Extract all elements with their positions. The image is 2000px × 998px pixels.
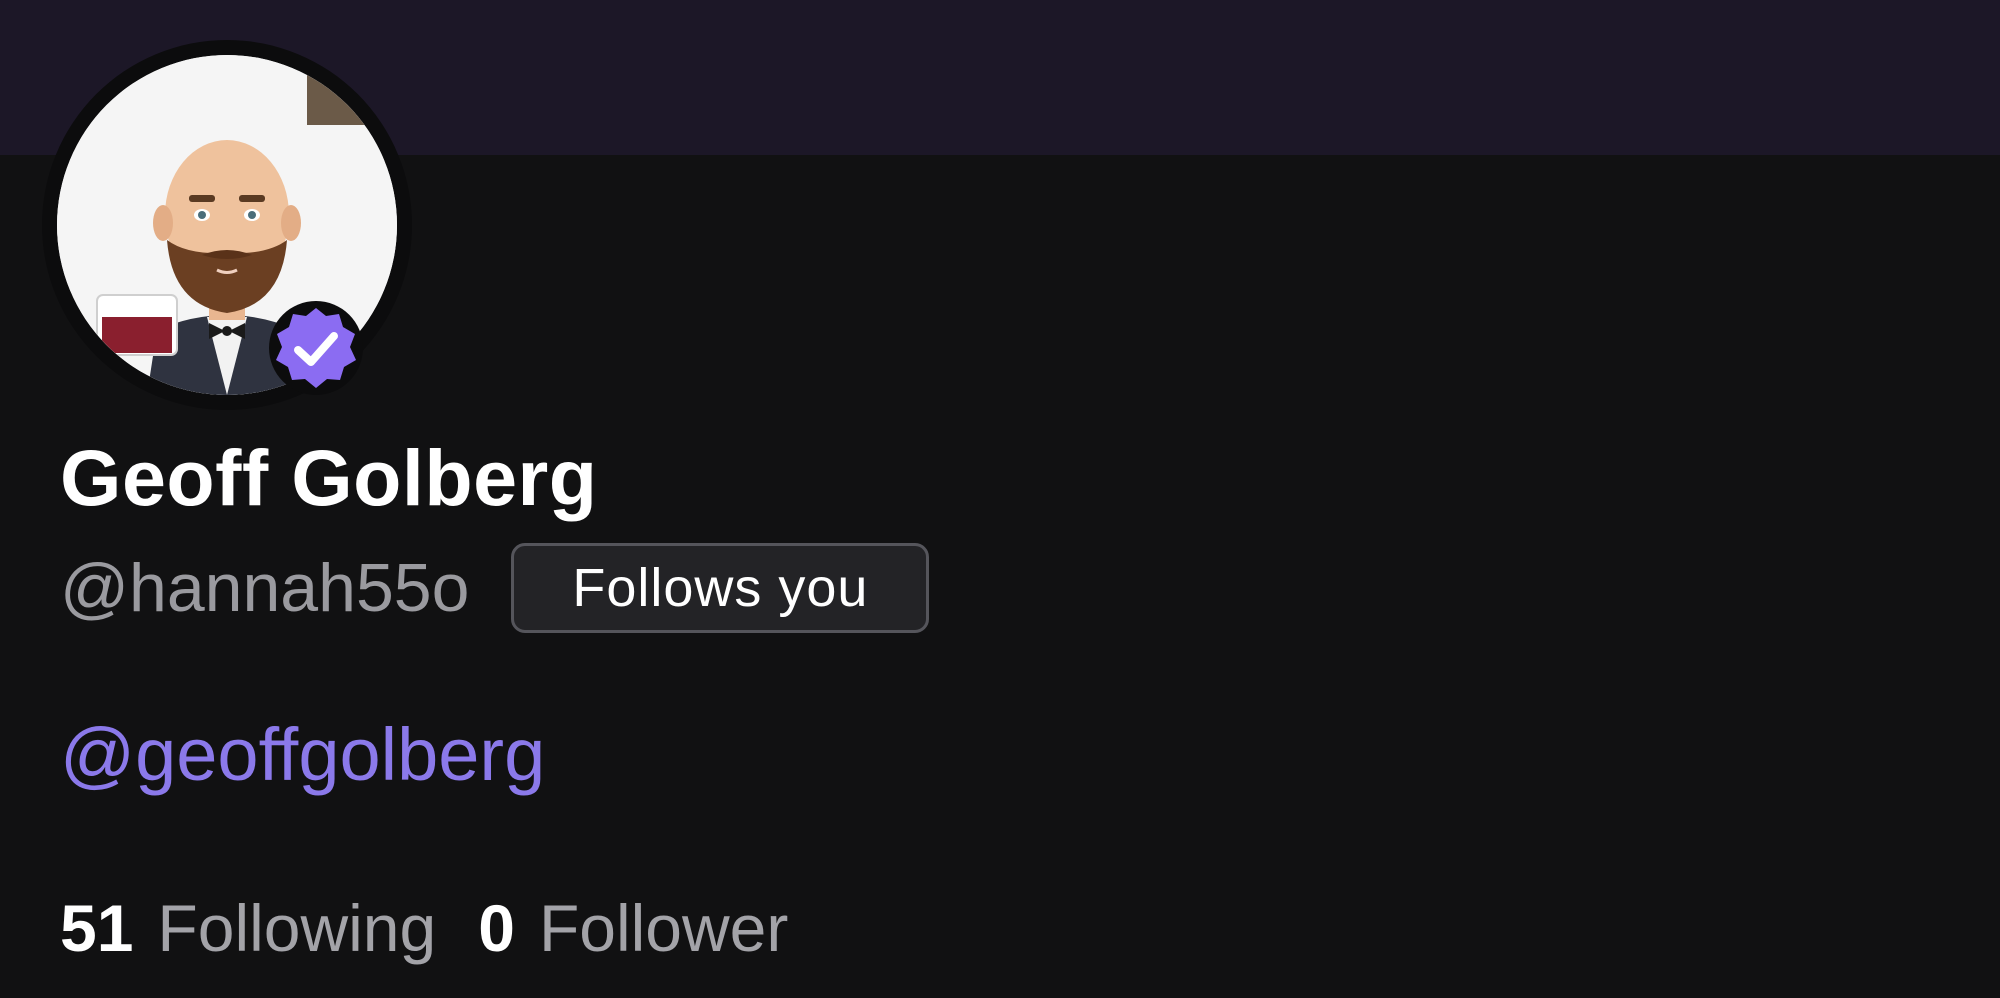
following-stat[interactable]: 51 Following — [60, 890, 436, 966]
profile-display-name: Geoff Golberg — [60, 433, 598, 522]
following-count: 51 — [60, 891, 134, 965]
profile-page: Geoff Golberg @hannah55o Follows you @ge… — [0, 0, 2000, 998]
handle-row: @hannah55o Follows you — [60, 542, 930, 634]
verified-badge-icon — [269, 301, 363, 395]
profile-handle: @hannah55o — [60, 550, 470, 626]
profile-stats: 51 Following 0 Follower — [60, 890, 788, 966]
following-label: Following — [157, 891, 437, 965]
follows-you-badge: Follows you — [511, 543, 930, 633]
follower-count: 0 — [478, 891, 515, 965]
bio-mention-link[interactable]: @geoffgolberg — [60, 712, 545, 797]
follower-label: Follower — [538, 891, 789, 965]
follower-stat[interactable]: 0 Follower — [478, 890, 788, 966]
